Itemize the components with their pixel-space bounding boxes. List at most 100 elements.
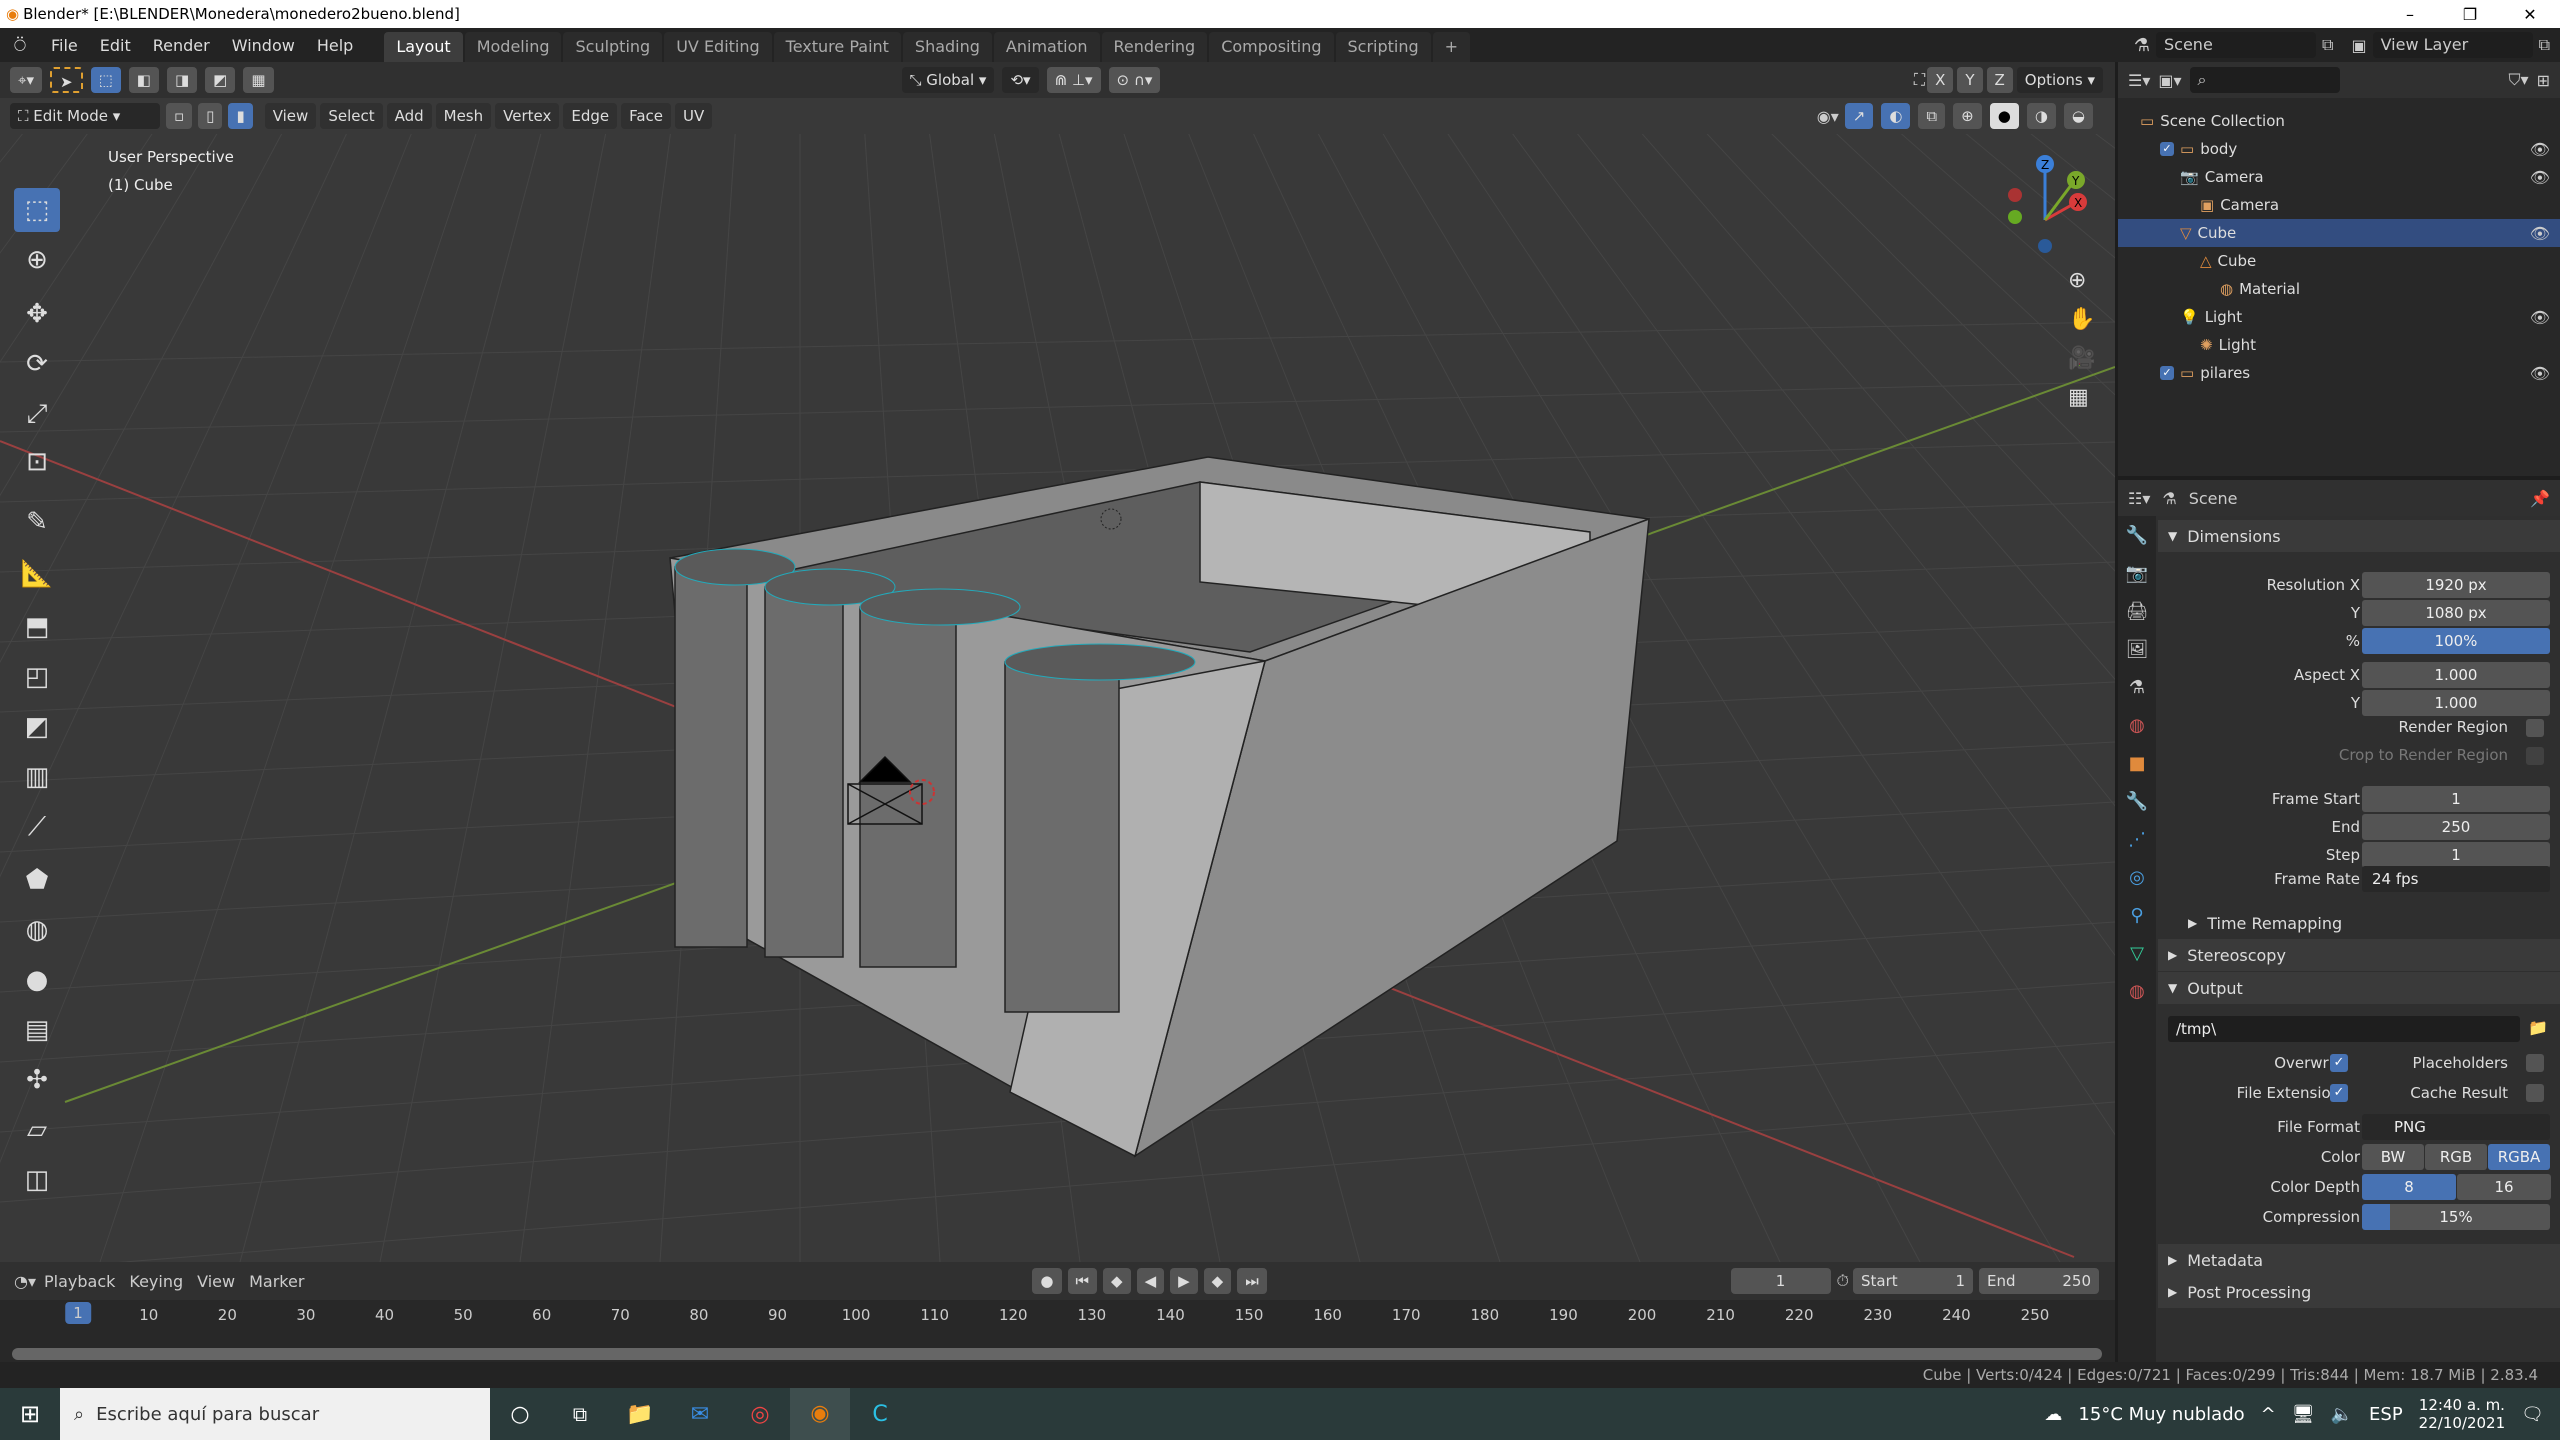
menu-render[interactable]: Render	[142, 36, 221, 55]
rendered-shading-icon[interactable]: ◒	[2063, 103, 2093, 129]
axis-x-button[interactable]: X	[1927, 67, 1954, 93]
material-icon[interactable]: ◍	[2118, 972, 2156, 1010]
stopwatch-icon[interactable]: ⏱	[1837, 1271, 1849, 1291]
volume-icon[interactable]: 🔈	[2331, 1404, 2353, 1425]
eye-icon[interactable]: 👁	[2530, 168, 2550, 187]
tab-rendering[interactable]: Rendering	[1101, 32, 1208, 62]
resolution-percent-field[interactable]: 100%	[2362, 628, 2550, 654]
aspect-y-field[interactable]: 1.000	[2362, 690, 2550, 716]
play-button[interactable]: ▶	[1170, 1268, 1198, 1294]
object-icon[interactable]: ■	[2118, 744, 2156, 782]
resolution-x-field[interactable]: 1920 px	[2362, 572, 2550, 598]
scale-icon[interactable]: ⤢	[14, 392, 60, 436]
layer-icon[interactable]: ▣	[2351, 36, 2366, 55]
outliner-search-input[interactable]: ⌕	[2189, 67, 2340, 93]
scene-icon[interactable]: ⚗	[2134, 35, 2150, 56]
file-explorer-icon[interactable]: 📁	[610, 1402, 670, 1427]
output-panel[interactable]: ▼ Output	[2158, 972, 2560, 1004]
world-icon[interactable]: ◍	[2118, 706, 2156, 744]
eye-icon[interactable]: 👁	[2530, 308, 2550, 327]
tab-modeling[interactable]: Modeling	[464, 32, 562, 62]
render-region-checkbox[interactable]	[2526, 719, 2544, 737]
chrome-icon[interactable]: ◎	[730, 1402, 790, 1427]
outliner-item-camera[interactable]: ▣ Camera	[2118, 191, 2560, 219]
editor-type-button[interactable]: ⌖▾	[10, 67, 42, 93]
render-icon[interactable]: 📷	[2118, 554, 2156, 592]
select-box-icon[interactable]: ⬚	[14, 188, 60, 232]
modifier-icon[interactable]: 🔧	[2118, 782, 2156, 820]
outliner-item-body[interactable]: ✓ ▭ body 👁	[2118, 135, 2560, 163]
filter-icon[interactable]: ⛉▾	[2509, 70, 2529, 90]
collection-checkbox[interactable]: ✓	[2160, 142, 2174, 156]
mirror-icon[interactable]: ⛶	[1914, 70, 1925, 90]
blender-menu-icon[interactable]: ⍥	[0, 33, 40, 57]
notifications-icon[interactable]: 🗨	[2521, 1404, 2544, 1425]
display-mode-icon[interactable]: ▣▾	[2158, 71, 2181, 90]
file-format-dropdown[interactable]: PNG	[2362, 1114, 2550, 1140]
select-mode-intersect[interactable]: ▦	[243, 67, 274, 93]
particles-icon[interactable]: ⋰	[2118, 820, 2156, 858]
viewport-menu-add[interactable]: Add	[386, 103, 432, 129]
knife-icon[interactable]: ⟋	[14, 805, 60, 849]
mode-dropdown[interactable]: ⛶ Edit Mode ▾	[10, 103, 160, 129]
eye-icon[interactable]: 👁	[2530, 364, 2550, 383]
tab-scripting[interactable]: Scripting	[1335, 32, 1431, 62]
viewport-menu-view[interactable]: View	[264, 103, 317, 129]
outliner-item-camera[interactable]: 📷 Camera 👁	[2118, 163, 2560, 191]
placeholders-checkbox[interactable]	[2526, 1054, 2544, 1072]
folder-icon[interactable]: 📁	[2528, 1018, 2548, 1037]
windows-start-icon[interactable]: ⊞	[0, 1400, 60, 1428]
cortana-icon[interactable]: ○	[490, 1402, 550, 1427]
view-layer-icon[interactable]: 🖼	[2118, 630, 2156, 668]
current-frame-field[interactable]: 1	[1730, 1268, 1831, 1294]
stereoscopy-panel[interactable]: ▶ Stereoscopy	[2158, 939, 2560, 971]
properties-editor-type-icon[interactable]: ☷▾	[2128, 489, 2150, 508]
zoom-icon[interactable]: ⊕	[2068, 268, 2095, 293]
wireframe-shading-icon[interactable]: ⊕	[1953, 103, 1982, 129]
menu-file[interactable]: File	[40, 36, 89, 55]
outliner-item-light[interactable]: ✺ Light	[2118, 331, 2560, 359]
move-icon[interactable]: ✥	[14, 292, 60, 336]
shear-icon[interactable]: ▱	[14, 1108, 60, 1152]
time-remapping-panel[interactable]: ▶ Time Remapping	[2158, 907, 2560, 939]
rip-icon[interactable]: ◫	[14, 1158, 60, 1202]
viewport-menu-mesh[interactable]: Mesh	[435, 103, 492, 129]
collection-checkbox[interactable]: ✓	[2160, 366, 2174, 380]
menu-edit[interactable]: Edit	[89, 36, 142, 55]
color-depth-16-button[interactable]: 16	[2457, 1174, 2551, 1200]
xray-toggle-icon[interactable]: ⧉	[1918, 103, 1946, 129]
timeline-menu-keying[interactable]: Keying	[129, 1272, 183, 1291]
annotate-icon[interactable]: ✎	[14, 500, 60, 544]
menu-window[interactable]: Window	[221, 36, 306, 55]
cursor-icon[interactable]: ⊕	[14, 238, 60, 282]
tab-texture-paint[interactable]: Texture Paint	[773, 32, 901, 62]
rotate-icon[interactable]: ⟳	[14, 342, 60, 386]
timeline-editor-type-icon[interactable]: ◔▾	[14, 1272, 36, 1291]
timeline-menu-view[interactable]: View	[197, 1272, 235, 1291]
dimensions-panel[interactable]: ▼ Dimensions	[2158, 520, 2560, 552]
post-processing-panel[interactable]: ▶ Post Processing	[2158, 1276, 2560, 1308]
color-bw-button[interactable]: BW	[2362, 1144, 2424, 1170]
outliner-item-scene-collection[interactable]: ▭ Scene Collection	[2118, 107, 2560, 135]
camera-view-icon[interactable]: 🎥	[2068, 346, 2095, 371]
outliner-item-pilares[interactable]: ✓ ▭ pilares 👁	[2118, 359, 2560, 387]
extrude-icon[interactable]: ⬒	[14, 605, 60, 649]
mail-icon[interactable]: ✉	[670, 1402, 730, 1427]
vertex-select-mode[interactable]: ▫	[166, 103, 193, 129]
output-icon[interactable]: 🖨	[2118, 592, 2156, 630]
new-view-layer-icon[interactable]: ⧉	[2539, 35, 2550, 55]
minimize-button[interactable]: –	[2380, 5, 2440, 24]
visibility-icon[interactable]: ◉▾	[1817, 107, 1839, 126]
end-frame-field[interactable]: End 250	[1979, 1268, 2099, 1294]
weather-icon[interactable]: ☁	[2044, 1404, 2062, 1425]
transform-icon[interactable]: ⊡	[14, 440, 60, 484]
frame-start-field[interactable]: 1	[2362, 786, 2550, 812]
data-icon[interactable]: ▽	[2118, 934, 2156, 972]
record-button[interactable]: ●	[1032, 1268, 1062, 1294]
tab-compositing[interactable]: Compositing	[1209, 32, 1334, 62]
close-button[interactable]: ✕	[2500, 5, 2560, 24]
cache-result-checkbox[interactable]	[2526, 1084, 2544, 1102]
outliner-item-material[interactable]: ◍ Material	[2118, 275, 2560, 303]
tab-uv-editing[interactable]: UV Editing	[664, 32, 772, 62]
solid-shading-icon[interactable]: ●	[1989, 103, 2019, 129]
